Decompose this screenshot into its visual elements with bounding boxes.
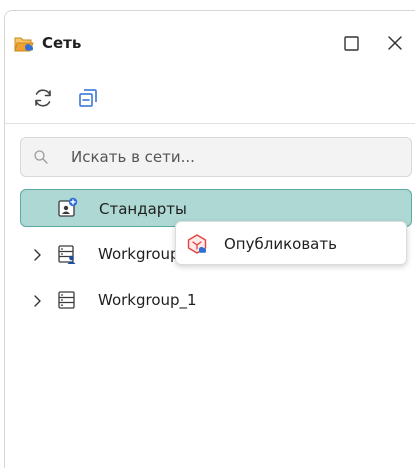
chevron-right-icon[interactable] [30, 293, 44, 307]
close-icon[interactable] [385, 33, 405, 53]
panel-toolbar [5, 83, 415, 113]
menu-item-label: Опубликовать [224, 235, 337, 253]
tree-item-label: Workgroup_1 [98, 291, 197, 309]
refresh-icon[interactable] [31, 86, 55, 110]
maximize-icon[interactable] [343, 35, 360, 52]
server-icon [57, 290, 77, 310]
panel-header: Сеть [5, 11, 415, 67]
server-user-icon [57, 244, 77, 264]
tree-item-label: Workgroup [98, 245, 180, 263]
standards-icon [57, 197, 78, 217]
search-icon [33, 149, 49, 165]
collapse-all-icon[interactable] [77, 87, 99, 109]
panel-title: Сеть [42, 34, 82, 52]
context-menu: Опубликовать [175, 221, 407, 265]
chevron-right-icon[interactable] [30, 247, 44, 261]
search-box [20, 137, 412, 177]
network-panel: Сеть Искать в сети... Стандарты Workgrou… [4, 10, 415, 468]
tree-item-label: Стандарты [99, 200, 187, 218]
publish-icon [186, 233, 208, 255]
menu-item-publish[interactable]: Опубликовать [180, 226, 402, 260]
tree-item-workgroup-1[interactable]: Workgroup_1 [20, 281, 412, 319]
toolbar-divider [5, 123, 415, 124]
network-folder-icon [13, 33, 35, 55]
search-input[interactable] [71, 144, 391, 170]
